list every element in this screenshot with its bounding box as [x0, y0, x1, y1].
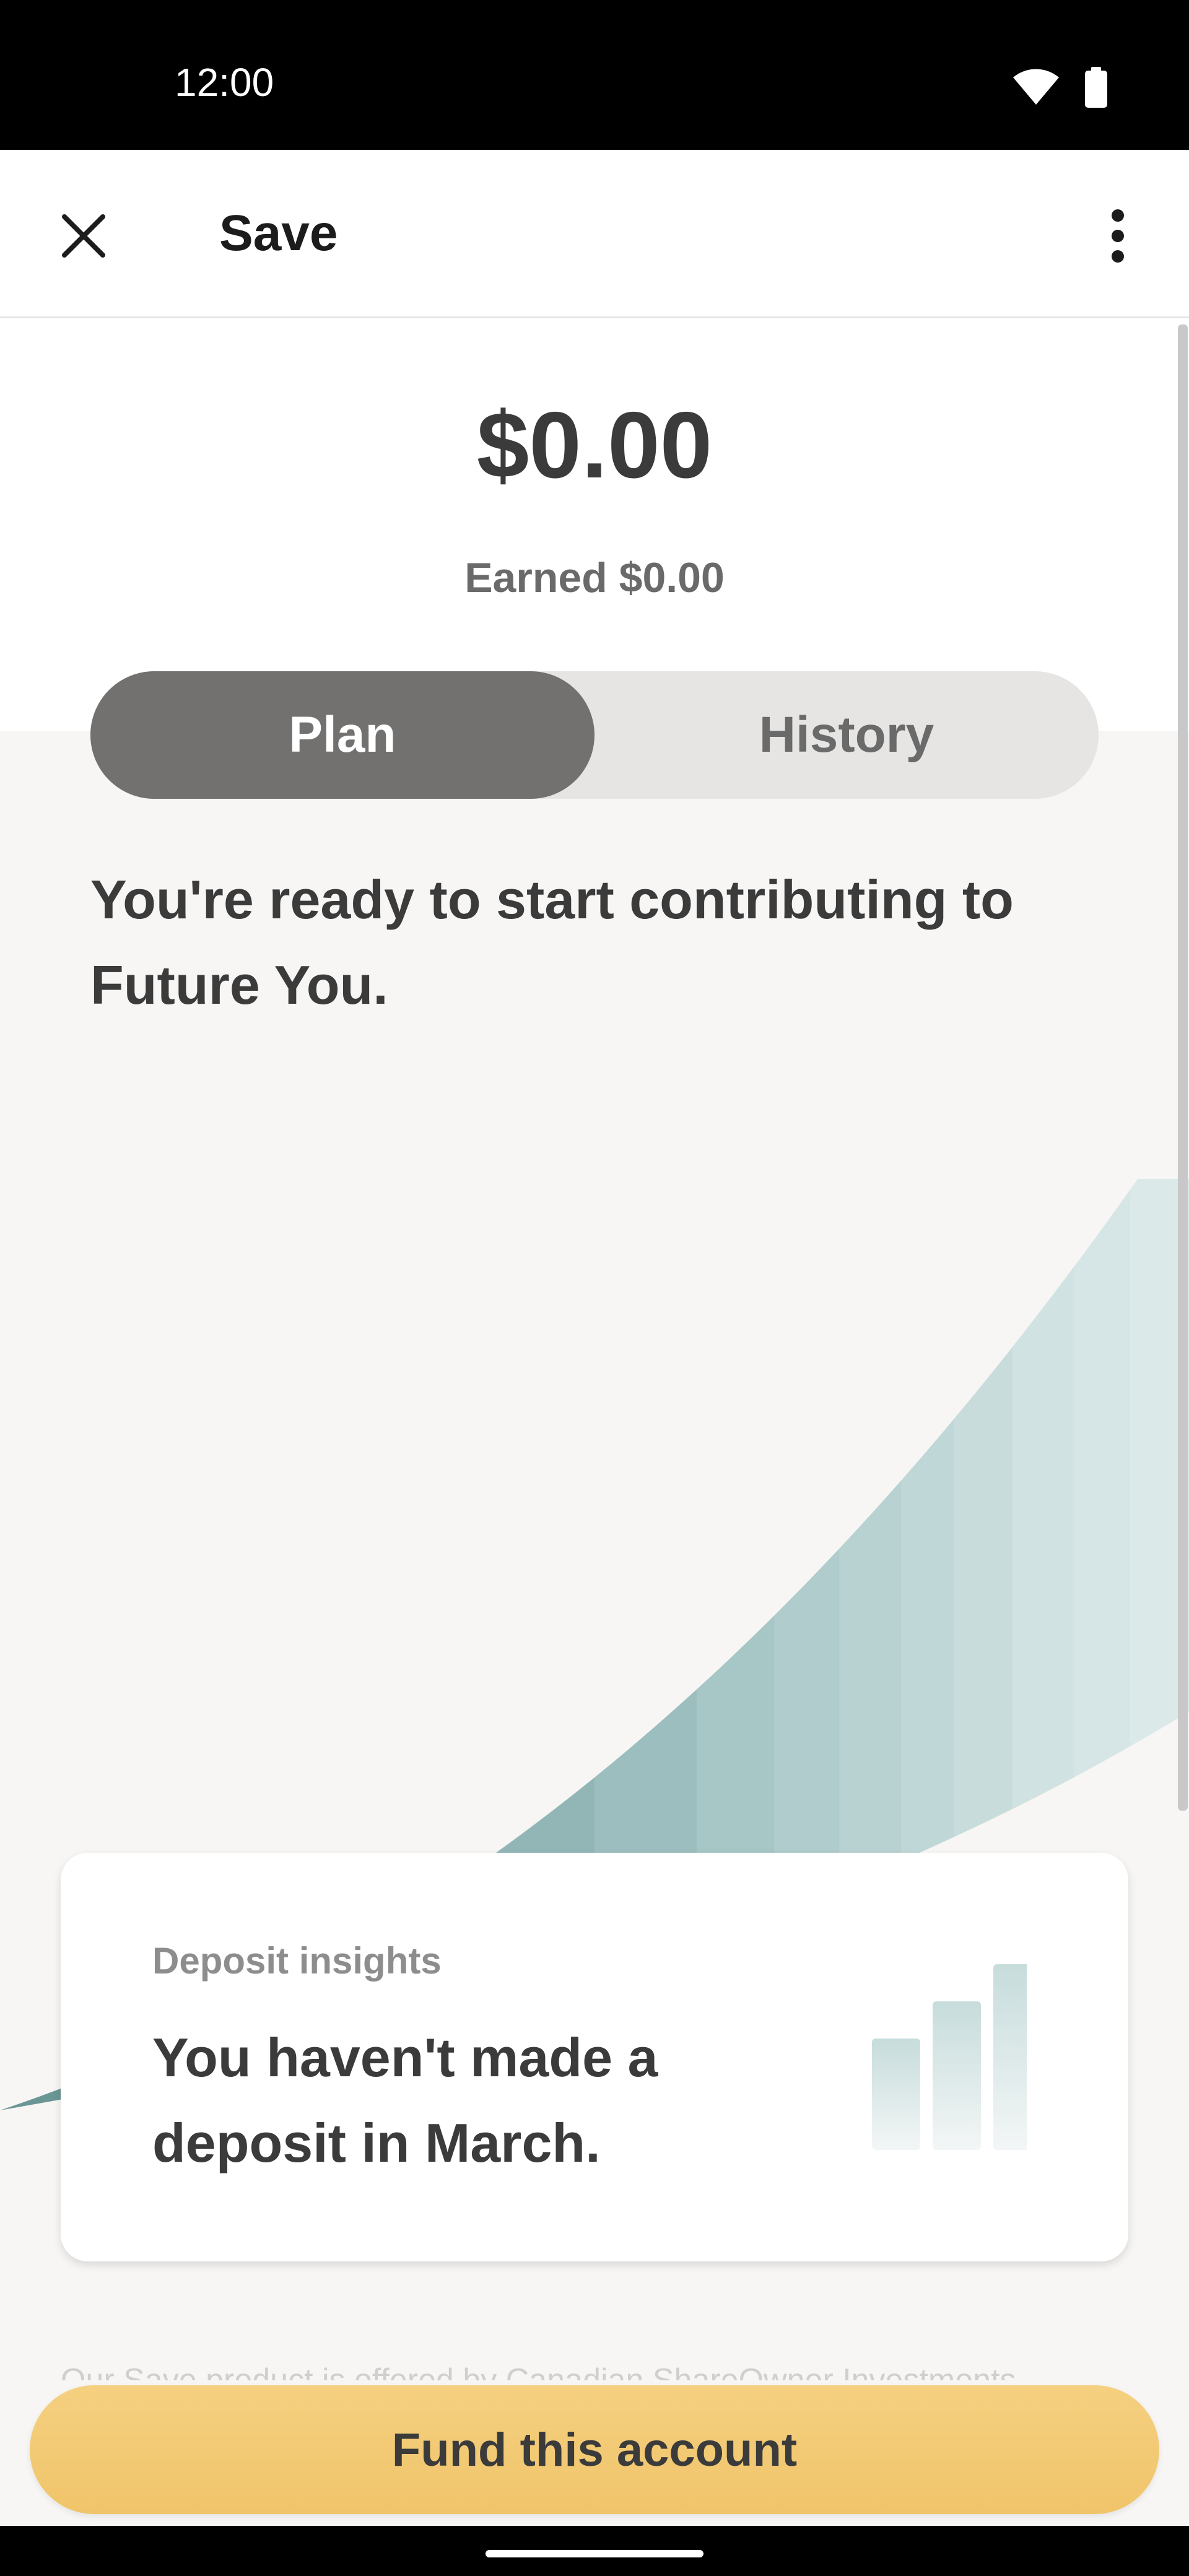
- plan-message: You're ready to start contributing to Fu…: [90, 869, 1014, 1016]
- close-icon: [61, 213, 107, 262]
- more-options-button[interactable]: [1084, 203, 1152, 271]
- balance-amount: $0.00: [476, 393, 713, 498]
- battery-icon: [1084, 67, 1108, 111]
- earned-amount: Earned $0.00: [464, 554, 725, 601]
- page-title: Save: [219, 205, 338, 261]
- summary-header: [0, 318, 1189, 731]
- status-icons: [1012, 67, 1108, 111]
- insight-label: Deposit insights: [152, 1940, 442, 1982]
- tab-history[interactable]: History: [594, 671, 1099, 799]
- tab-plan[interactable]: Plan: [90, 671, 594, 799]
- home-gesture-handle[interactable]: [486, 2550, 703, 2557]
- bar-chart-icon: [872, 1964, 1027, 2150]
- plan-history-toggle: Plan History: [90, 671, 1099, 799]
- status-time: 12:00: [175, 60, 274, 105]
- content-area[interactable]: $0.00 Earned $0.00 Plan History You're r…: [0, 318, 1189, 2526]
- more-vertical-icon: [1110, 209, 1125, 266]
- deposit-insights-card[interactable]: Deposit insights You haven't made a depo…: [61, 1853, 1128, 2261]
- wifi-icon: [1012, 69, 1060, 109]
- fund-account-button[interactable]: Fund this account: [30, 2385, 1159, 2514]
- navigation-bar: [0, 2526, 1189, 2576]
- status-bar: 12:00: [0, 0, 1189, 150]
- disclosure-text: Our Save product is offered by Canadian …: [61, 2362, 1016, 2380]
- close-button[interactable]: [50, 203, 118, 271]
- app-bar: Save: [0, 150, 1189, 318]
- scrollbar[interactable]: [1178, 324, 1188, 1811]
- insight-text: You haven't made a deposit in March.: [152, 2027, 658, 2174]
